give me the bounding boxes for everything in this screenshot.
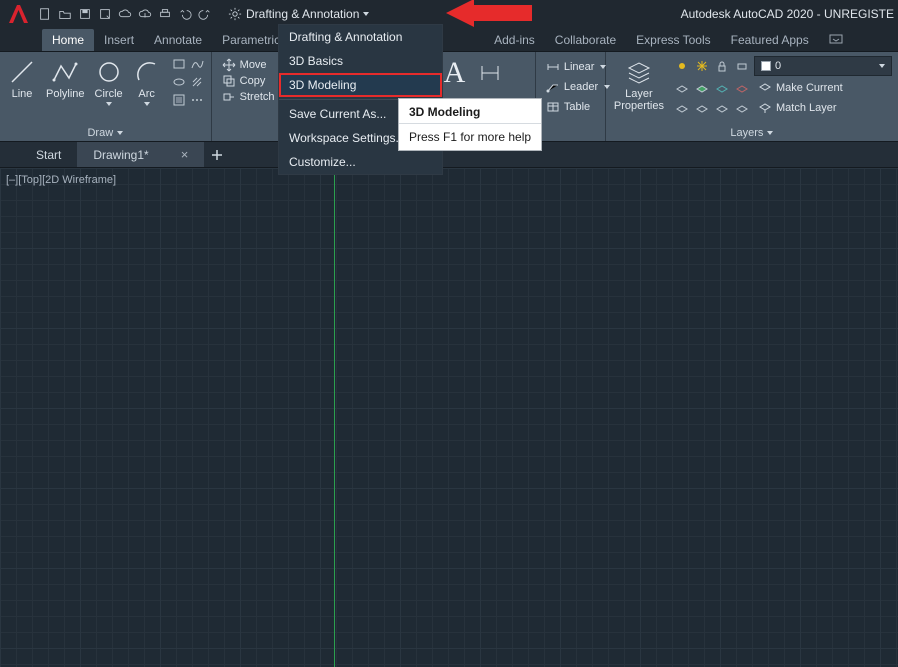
panel-draw-title[interactable]: Draw (6, 125, 205, 139)
tab-express[interactable]: Express Tools (626, 29, 720, 51)
layer-color-swatch (761, 61, 771, 71)
layer-plot-icon[interactable] (734, 58, 750, 74)
layer-i3-icon[interactable] (714, 100, 730, 116)
save-icon[interactable] (76, 5, 94, 23)
drawing-canvas[interactable]: [–][Top][2D Wireframe] (0, 168, 898, 667)
panel-modify: Move Copy Stretch (212, 52, 268, 141)
ws-item-drafting[interactable]: Drafting & Annotation (279, 25, 442, 49)
polyline-icon (51, 58, 79, 86)
plus-icon (211, 149, 223, 161)
tooltip-title: 3D Modeling (399, 99, 541, 121)
layer-i2-icon[interactable] (694, 100, 710, 116)
tool-linear[interactable]: Linear (546, 60, 595, 74)
gear-icon (228, 7, 242, 21)
tool-arc[interactable]: Arc (131, 56, 163, 108)
saveas-icon[interactable] (96, 5, 114, 23)
tool-leader[interactable]: Leader (546, 80, 595, 94)
arc-icon (133, 58, 161, 86)
match-layer-button[interactable]: Match Layer (758, 100, 837, 116)
tool-copy[interactable]: Copy (222, 74, 258, 88)
tab-addins[interactable]: Add-ins (484, 29, 545, 51)
y-axis (334, 168, 335, 667)
hatch-icon[interactable] (189, 74, 205, 90)
copy-icon (222, 74, 236, 88)
layer-i4-icon[interactable] (734, 100, 750, 116)
tool-table[interactable]: Table (546, 100, 595, 114)
leader-icon (546, 80, 560, 94)
doctab-start[interactable]: Start (20, 142, 77, 167)
panel-dim: Linear Leader Table (536, 52, 606, 141)
layer-lock-icon[interactable] (714, 58, 730, 74)
panel-draw: Line Polyline Circle Arc (0, 52, 212, 141)
layer-uniso-icon[interactable] (694, 80, 710, 96)
spline-icon[interactable] (189, 56, 205, 72)
stretch-icon (222, 90, 236, 104)
rectangle-icon[interactable] (171, 56, 187, 72)
tool-move[interactable]: Move (222, 58, 258, 72)
circle-icon (95, 58, 123, 86)
ws-item-3dmodeling[interactable]: 3D Modeling (279, 73, 442, 97)
layer-stack-icon (758, 81, 772, 95)
ribbon-tabstrip: Home Insert Annotate Parametric xxxxxxxx… (0, 28, 898, 52)
caret-down-icon (879, 64, 885, 68)
tool-line[interactable]: Line (6, 56, 38, 102)
tool-polyline[interactable]: Polyline (44, 56, 87, 102)
match-layer-icon (758, 101, 772, 115)
tab-overflow[interactable] (819, 29, 853, 51)
tab-featured[interactable]: Featured Apps (721, 29, 819, 51)
title-bar: Drafting & Annotation Autodesk AutoCAD 2… (0, 0, 898, 28)
undo-icon[interactable] (176, 5, 194, 23)
ws-customize[interactable]: Customize... (279, 150, 442, 174)
linear-dim-icon (546, 60, 560, 74)
tooltip: 3D Modeling Press F1 for more help (398, 98, 542, 151)
workspace-label: Drafting & Annotation (246, 7, 359, 21)
app-logo[interactable] (4, 0, 32, 28)
layer-combo[interactable]: 0 (754, 56, 892, 76)
tooltip-hint: Press F1 for more help (399, 126, 541, 150)
panel-layers-title[interactable]: Layers (612, 125, 892, 139)
make-current-button[interactable]: Make Current (758, 80, 843, 96)
layer-freeze-icon[interactable] (694, 58, 710, 74)
layer-off-icon[interactable] (674, 58, 690, 74)
table-icon (546, 100, 560, 114)
panel-layers: LayerProperties 0 (606, 52, 898, 141)
more-icon[interactable] (189, 92, 205, 108)
layer-iso-icon[interactable] (674, 80, 690, 96)
ws-item-3dbasics[interactable]: 3D Basics (279, 49, 442, 73)
grid (0, 168, 898, 667)
dimension-icon[interactable] (479, 62, 501, 84)
ellipse-icon[interactable] (171, 74, 187, 90)
layer-properties-icon (625, 58, 653, 86)
tool-circle[interactable]: Circle (93, 56, 125, 108)
close-icon[interactable]: × (181, 147, 189, 162)
layer-match-icon[interactable] (734, 80, 750, 96)
tab-insert[interactable]: Insert (94, 29, 144, 51)
tool-stretch[interactable]: Stretch (222, 90, 258, 104)
redo-icon[interactable] (196, 5, 214, 23)
cloud-open-icon[interactable] (116, 5, 134, 23)
layer-properties-button[interactable]: LayerProperties (612, 56, 666, 114)
layer-i1-icon[interactable] (674, 100, 690, 116)
tab-annotate[interactable]: Annotate (144, 29, 212, 51)
region-icon[interactable] (171, 92, 187, 108)
line-icon (8, 58, 36, 86)
caret-down-icon (363, 12, 369, 16)
tab-home[interactable]: Home (42, 29, 94, 51)
caret-down-icon (106, 102, 112, 106)
caret-down-icon (144, 102, 150, 106)
layer-prev-icon[interactable] (714, 80, 730, 96)
move-icon (222, 58, 236, 72)
new-icon[interactable] (36, 5, 54, 23)
app-title: Autodesk AutoCAD 2020 - UNREGISTE (681, 0, 894, 28)
draw-mini-tools (171, 56, 205, 108)
open-icon[interactable] (56, 5, 74, 23)
workspace-switcher[interactable]: Drafting & Annotation (222, 5, 375, 23)
quick-access-toolbar (36, 5, 214, 23)
cloud-save-icon[interactable] (136, 5, 154, 23)
doctab-drawing1[interactable]: Drawing1* × (77, 142, 204, 167)
add-tab-button[interactable] (204, 142, 230, 167)
viewport-label[interactable]: [–][Top][2D Wireframe] (6, 174, 116, 186)
plot-icon[interactable] (156, 5, 174, 23)
tab-collaborate[interactable]: Collaborate (545, 29, 626, 51)
